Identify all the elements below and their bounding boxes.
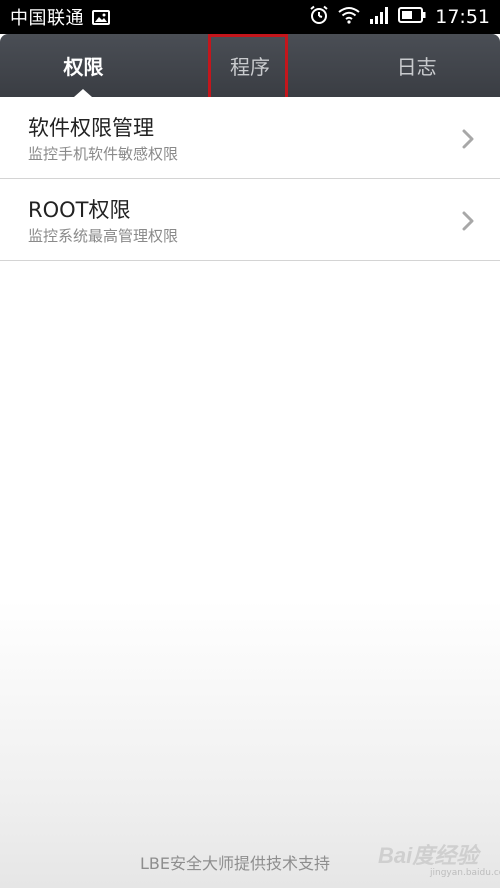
item-subtitle: 监控系统最高管理权限 <box>28 227 179 245</box>
active-tab-indicator <box>74 89 93 97</box>
carrier-name: 中国联通 <box>10 8 84 29</box>
watermark-logo-text: Bai度经验 <box>378 843 479 868</box>
chevron-right-icon <box>462 129 474 153</box>
status-bar: 中国联通 17:51 <box>0 0 500 34</box>
tab-logs[interactable]: 日志 <box>333 34 500 97</box>
item-subtitle: 监控手机软件敏感权限 <box>28 145 179 163</box>
settings-list: 软件权限管理 监控手机软件敏感权限 ROOT权限 监控系统最高管理权限 <box>0 97 500 261</box>
status-icons: 17:51 <box>309 5 490 29</box>
chevron-right-icon <box>462 211 474 235</box>
tab-programs[interactable]: 程序 <box>167 34 334 97</box>
item-title: 软件权限管理 <box>28 116 154 140</box>
app-screen: 中国联通 17:51 权限 程序 日志 软件权限管理 监控手机软件敏感权限 RO… <box>0 0 500 888</box>
watermark-url: jingyan.baidu.com <box>430 868 500 878</box>
tab-label: 权限 <box>63 55 104 79</box>
tab-permissions[interactable]: 权限 <box>0 34 167 97</box>
baidu-watermark: Bai度经验 jingyan.baidu.com <box>378 838 500 878</box>
tab-bar: 权限 程序 日志 <box>0 34 500 97</box>
tab-label: 程序 <box>230 55 270 79</box>
clock: 17:51 <box>435 6 490 28</box>
signal-icon <box>369 6 389 28</box>
footer-credit: LBE安全大师提供技术支持 <box>140 854 331 873</box>
alarm-icon <box>309 5 329 29</box>
tab-label: 日志 <box>396 55 437 79</box>
list-item-software-permissions[interactable]: 软件权限管理 监控手机软件敏感权限 <box>0 97 500 179</box>
wifi-icon <box>338 6 360 28</box>
battery-icon <box>398 7 426 27</box>
item-title: ROOT权限 <box>28 198 131 222</box>
list-item-root-permissions[interactable]: ROOT权限 监控系统最高管理权限 <box>0 179 500 261</box>
gallery-icon <box>92 9 110 25</box>
